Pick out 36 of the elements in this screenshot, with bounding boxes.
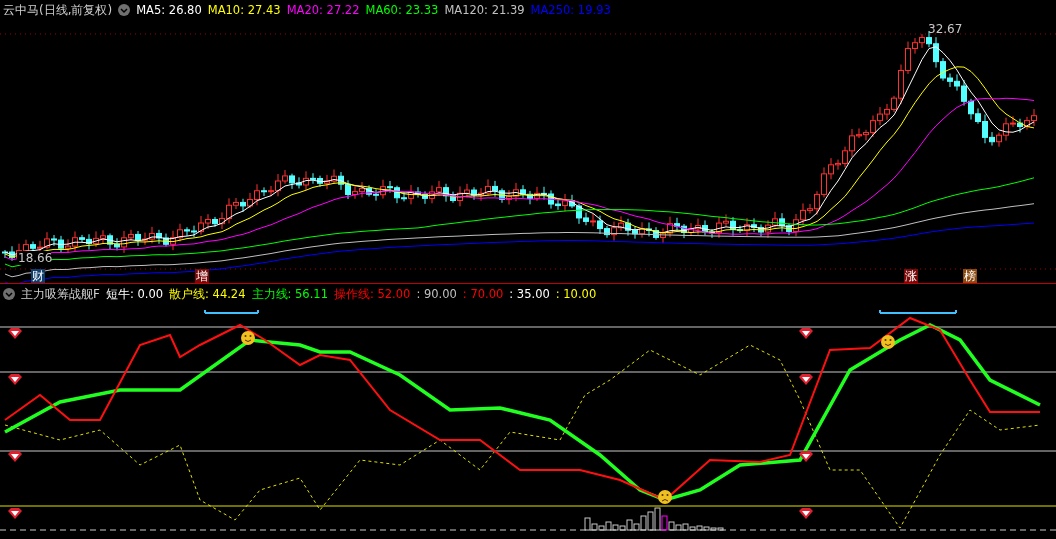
- smiley-icon: [881, 335, 895, 349]
- ma-reading: MA5: 26.80: [136, 3, 202, 17]
- indicator-reading: : 10.00: [555, 287, 597, 301]
- event-tag[interactable]: 财: [31, 269, 45, 283]
- sad-face-icon: [658, 490, 672, 504]
- indicator-reading: 短牛: 0.00: [105, 286, 164, 302]
- diamond-icon: [8, 451, 22, 462]
- diamond-icon: [799, 451, 813, 462]
- indicator-title: 主力吸筹战舰F: [21, 285, 100, 303]
- event-tag[interactable]: 涨: [904, 269, 918, 283]
- diamond-icon: [799, 328, 813, 339]
- chart-title: 云中马(日线,前复权): [3, 1, 113, 19]
- ma-reading: MA60: 23.33: [365, 3, 439, 17]
- diamond-icon: [799, 508, 813, 519]
- ma-reading: MA250: 19.93: [530, 3, 611, 17]
- indicator-reading: : 35.00: [509, 287, 550, 301]
- event-tag[interactable]: 榜: [963, 269, 977, 283]
- event-tag[interactable]: 增: [195, 269, 209, 283]
- ma-reading: MA10: 27.43: [207, 3, 281, 17]
- diamond-icon: [8, 328, 22, 339]
- high-price-label: 32.67: [928, 22, 963, 36]
- indicator-reading: : 70.00: [462, 287, 504, 301]
- dropdown-icon[interactable]: [118, 4, 131, 16]
- dropdown-icon[interactable]: [3, 288, 15, 300]
- diamond-icon: [8, 508, 22, 519]
- indicator-reading: 操作线: 52.00: [333, 286, 411, 302]
- indicator-reading: : 90.00: [416, 287, 457, 301]
- low-price-label: 18.66: [18, 251, 53, 265]
- indicator-reading: 主力线: 56.11: [251, 286, 328, 302]
- ma-reading: MA20: 27.22: [286, 3, 360, 17]
- smiley-icon: [241, 331, 255, 345]
- indicator-reading: 散户线: 44.24: [169, 286, 246, 302]
- diamond-icon: [799, 374, 813, 385]
- signal-bracket: [204, 309, 259, 314]
- diamond-icon: [8, 374, 22, 385]
- ma-reading: MA120: 21.39: [444, 3, 525, 17]
